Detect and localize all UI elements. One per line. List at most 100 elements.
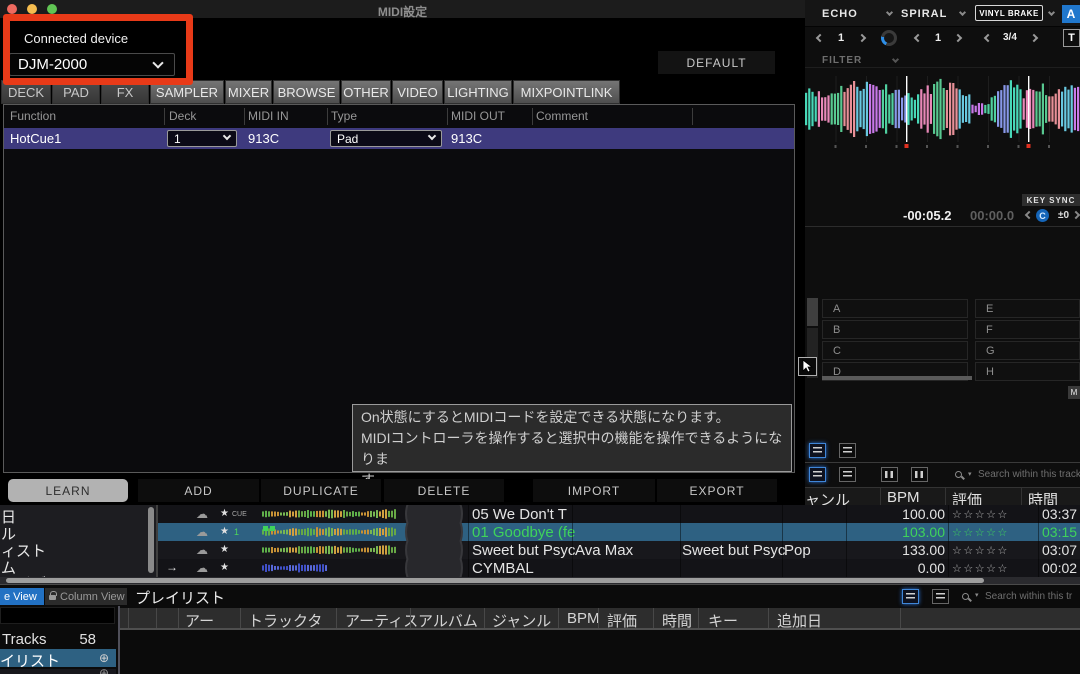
header-rating[interactable]: 評価 [607, 610, 637, 630]
cue-scrollbar[interactable] [822, 376, 972, 380]
delete-button[interactable]: DELETE [384, 479, 504, 502]
track-rating[interactable]: ☆☆☆☆☆ [952, 526, 1009, 539]
track-waveform[interactable] [805, 76, 1080, 152]
tracks-label[interactable]: Tracks [2, 631, 46, 648]
sidebar-filter-box[interactable] [0, 607, 115, 624]
header-album[interactable]: アルバム [418, 610, 478, 630]
type-select[interactable]: Pad [330, 130, 442, 147]
connected-device-select[interactable]: DJM-2000 [9, 53, 175, 76]
track-rating[interactable]: ☆☆☆☆☆ [952, 562, 1009, 575]
preview-waveform[interactable] [262, 543, 400, 557]
chevron-down-icon[interactable] [892, 56, 899, 63]
header-genre[interactable]: ジャンル [492, 610, 551, 630]
caret-down-icon[interactable]: ▾ [975, 591, 979, 599]
export-button[interactable]: EXPORT [657, 479, 777, 502]
add-playlist-icon[interactable]: ⊕ [99, 669, 109, 674]
beat-increase-icon[interactable] [1030, 34, 1038, 42]
tab-mixpointlink[interactable]: MIXPOINTLINK [513, 80, 620, 104]
filter-select[interactable]: FILTER [822, 55, 862, 66]
header-time[interactable]: 時間 [662, 610, 692, 630]
chevron-down-icon[interactable] [959, 9, 966, 16]
track-rating[interactable]: ☆☆☆☆☆ [952, 544, 1009, 557]
list-view-icon[interactable] [809, 467, 826, 482]
search-icon[interactable] [962, 593, 969, 600]
preview-waveform[interactable] [262, 525, 400, 539]
key-sync-button[interactable]: KEY SYNC [1022, 194, 1080, 206]
header-artist[interactable]: アーティス [345, 610, 418, 630]
playlist-search-input[interactable]: Search within this tr [985, 591, 1072, 602]
tree-view-tab[interactable]: e View [0, 588, 44, 605]
default-button[interactable]: DEFAULT [658, 51, 775, 74]
beat-decrease-icon[interactable] [984, 34, 992, 42]
detail-view-icon[interactable] [839, 467, 856, 482]
tab-lighting[interactable]: LIGHTING [444, 80, 512, 104]
fx-slot-2[interactable]: SPIRAL [901, 8, 947, 20]
track-rating[interactable]: ☆☆☆☆☆ [952, 508, 1009, 521]
header-date-added[interactable]: 追加日 [777, 610, 822, 630]
col-comment: Comment [536, 109, 588, 123]
playlist-item-partial[interactable]: ⊕ [0, 669, 116, 674]
add-playlist-icon[interactable]: ⊕ [99, 651, 109, 665]
tab-pad[interactable]: PAD [52, 80, 100, 104]
fx-slot-3[interactable]: VINYL BRAKE [975, 5, 1043, 21]
track-search-input[interactable]: Search within this track [978, 469, 1080, 480]
detail-view-icon[interactable] [932, 589, 949, 604]
fx-assign-button[interactable]: A [1062, 5, 1080, 23]
caret-down-icon[interactable]: ▾ [968, 470, 972, 478]
add-button[interactable]: ADD [138, 479, 259, 502]
scrollbar-thumb[interactable] [6, 578, 984, 583]
hot-cue-h[interactable]: H [975, 362, 1080, 381]
tab-fx[interactable]: FX [101, 80, 149, 104]
preview-waveform[interactable] [262, 561, 332, 575]
list-view-icon[interactable] [902, 589, 919, 604]
split-view-icon[interactable] [911, 467, 928, 482]
tab-video[interactable]: VIDEO [392, 80, 443, 104]
learn-button[interactable]: LEARN [8, 479, 128, 502]
mapping-row-hotcue1[interactable]: HotCue1 1 913C Pad 913C [4, 128, 794, 149]
beat-decrease-icon[interactable] [816, 34, 824, 42]
playlist-item-selected[interactable]: イリスト ⊕ [0, 649, 116, 667]
chevron-down-icon[interactable] [1048, 9, 1055, 16]
header-key[interactable]: キー [708, 610, 738, 630]
header-artwork[interactable]: アー [185, 610, 214, 630]
key-down-icon[interactable] [1025, 211, 1033, 219]
tab-other[interactable]: OTHER [341, 80, 391, 104]
sidebar-scrollbar[interactable] [148, 507, 154, 573]
search-icon[interactable] [955, 471, 962, 478]
chevron-down-icon[interactable] [886, 9, 893, 16]
track-row[interactable]: ☁ ★ CUE 05 We Don't T 100.00 ☆☆☆☆☆ 03:37 [158, 505, 1080, 523]
tab-mixer[interactable]: MIXER [225, 80, 272, 104]
tab-browse[interactable]: BROWSE [273, 80, 340, 104]
hot-cue-b[interactable]: B [822, 320, 968, 339]
tab-sampler[interactable]: SAMPLER [150, 80, 224, 104]
beat-increase-icon[interactable] [954, 34, 962, 42]
horizontal-scrollbar[interactable] [0, 577, 1080, 584]
track-row[interactable]: ☁ ★ Sweet but Psyc Ava Max Sweet but Psy… [158, 541, 1080, 559]
hot-cue-a[interactable]: A [822, 299, 968, 318]
header-bpm[interactable]: BPM [887, 489, 920, 506]
header-track-title[interactable]: トラックタ [248, 610, 322, 630]
hot-cue-f[interactable]: F [975, 320, 1080, 339]
fx-knob[interactable] [881, 30, 897, 46]
key-up-icon[interactable] [1072, 211, 1080, 219]
track-row[interactable]: → ☁ ★ CYMBAL 0.00 ☆☆☆☆☆ 00:02 [158, 559, 1080, 577]
detail-view-icon[interactable] [839, 443, 856, 458]
tab-deck[interactable]: DECK [1, 80, 51, 104]
beat-increase-icon[interactable] [858, 34, 866, 42]
preview-waveform[interactable] [262, 507, 400, 521]
column-view-tab[interactable]: Column View [45, 588, 127, 605]
hot-cue-g[interactable]: G [975, 341, 1080, 360]
track-row-selected[interactable]: ☁ ★ 1 01 Goodbye (fe 103.00 ☆☆☆☆☆ 03:15 [158, 523, 1080, 541]
hot-cue-c[interactable]: C [822, 341, 968, 360]
two-column-view-icon[interactable] [881, 467, 898, 482]
import-button[interactable]: IMPORT [533, 479, 655, 502]
memory-button[interactable]: M [1068, 386, 1080, 399]
hot-cue-e[interactable]: E [975, 299, 1080, 318]
duplicate-button[interactable]: DUPLICATE [261, 479, 381, 502]
header-bpm[interactable]: BPM [567, 610, 600, 627]
tap-button[interactable]: T [1063, 29, 1080, 47]
fx-slot-1[interactable]: ECHO [822, 8, 858, 20]
beat-decrease-icon[interactable] [914, 34, 922, 42]
deck-select[interactable]: 1 [167, 130, 237, 147]
list-view-icon[interactable] [809, 443, 826, 458]
